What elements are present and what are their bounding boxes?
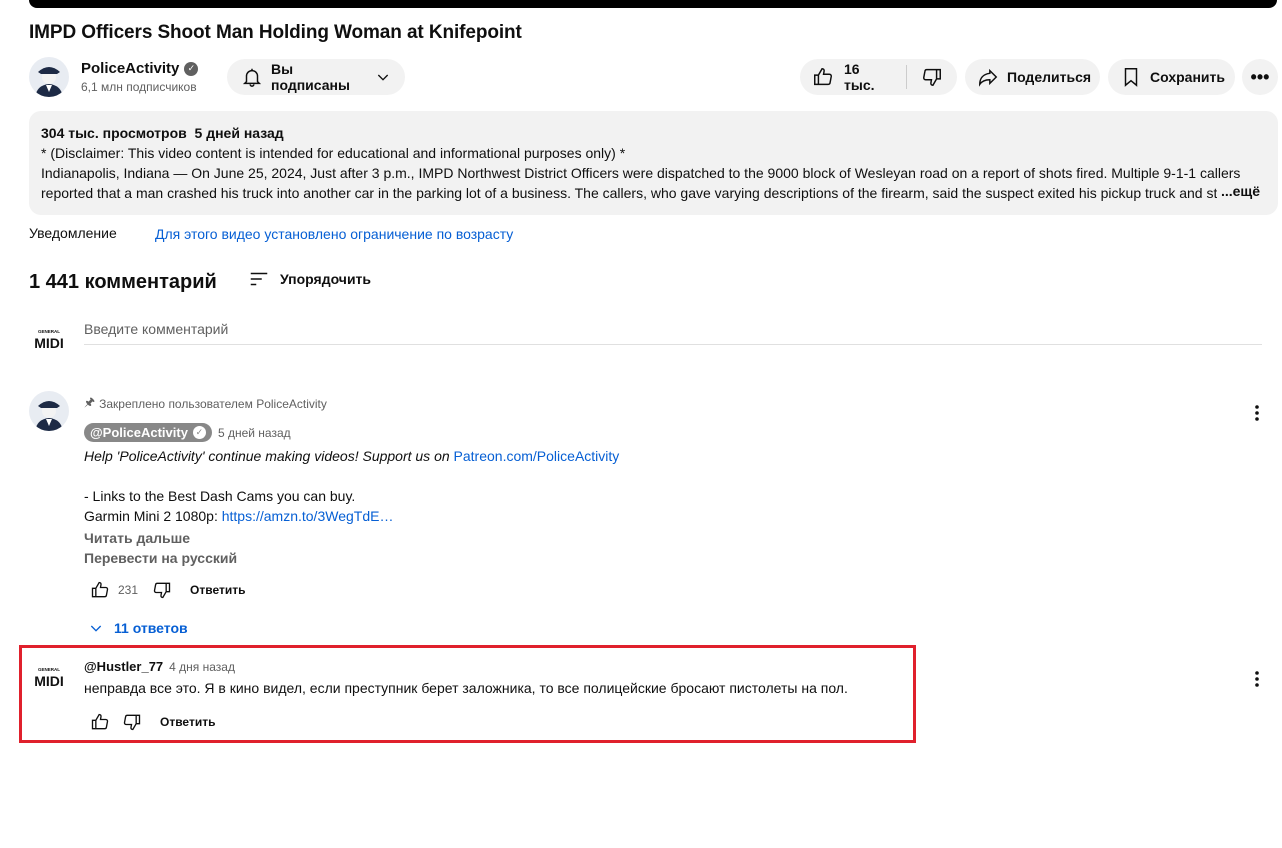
show-replies-button[interactable]: 11 ответов (88, 620, 1184, 636)
video-player-edge (29, 0, 1277, 8)
thumbs-down-icon (923, 68, 941, 86)
description-line: * (Disclaimer: This video content is int… (41, 145, 626, 161)
more-vertical-icon (1255, 405, 1259, 421)
like-count: 16 тыс. (844, 61, 875, 93)
comment-like-count: 231 (118, 583, 139, 597)
subscribed-button[interactable]: Вы подписаны (227, 59, 405, 95)
comment-actions: 231 Ответить (84, 574, 1184, 606)
translate-button[interactable]: Перевести на русский (84, 550, 1184, 566)
sort-button[interactable]: Упорядочить (248, 268, 371, 290)
subscribed-label: Вы подписаны (271, 61, 350, 93)
comment-like-button[interactable] (84, 574, 116, 606)
pinned-label: 🖈 Закреплено пользователем PoliceActivit… (84, 393, 1184, 414)
thumbs-down-icon (153, 582, 171, 599)
highlight-box (19, 645, 916, 743)
upload-date: 5 дней назад (194, 125, 284, 141)
comment-author-avatar[interactable] (29, 391, 69, 431)
dislike-button[interactable] (907, 59, 957, 95)
thumbs-up-icon (814, 68, 832, 86)
view-count: 304 тыс. просмотров (41, 125, 187, 141)
chevron-down-icon (90, 625, 102, 632)
age-restriction-link[interactable]: Для этого видео установлено ограничение … (155, 226, 513, 242)
pin-icon: 🖈 (84, 395, 96, 409)
patreon-link[interactable]: Patreon.com/PoliceActivity (454, 448, 620, 464)
description-box[interactable]: 304 тыс. просмотров 5 дней назад * (Disc… (29, 111, 1278, 215)
user-avatar[interactable]: GENERAL MIDI (29, 319, 69, 359)
amazon-link[interactable]: https://amzn.to/3WegTdE… (222, 508, 394, 524)
description-stats: 304 тыс. просмотров 5 дней назад (41, 123, 1266, 143)
notice-label: Уведомление (29, 225, 117, 241)
save-button[interactable]: Сохранить (1108, 59, 1235, 95)
thumbs-up-icon (91, 581, 109, 598)
comment-author[interactable]: @PoliceActivity ✓ (84, 423, 212, 442)
share-icon (979, 68, 998, 87)
svg-text:MIDI: MIDI (34, 335, 64, 350)
comment-text: Help 'PoliceActivity' continue making vi… (84, 448, 620, 524)
verified-icon: ✓ (192, 426, 206, 439)
verified-icon: ✓ (184, 61, 199, 76)
comment-time[interactable]: 5 дней назад (218, 426, 291, 440)
share-button[interactable]: Поделиться (965, 59, 1100, 95)
reply-button[interactable]: Ответить (190, 583, 245, 597)
description-line: Indianapolis, Indiana — On June 25, 2024… (41, 165, 1241, 201)
comments-count: 1 441 комментарий (29, 271, 217, 293)
channel-avatar[interactable] (29, 57, 69, 97)
video-title: IMPD Officers Shoot Man Holding Woman at… (29, 22, 522, 43)
svg-text:GENERAL: GENERAL (38, 329, 60, 334)
general-midi-logo: GENERAL MIDI (34, 329, 64, 350)
comment-input[interactable]: Введите комментарий (84, 321, 1262, 345)
channel-name[interactable]: PoliceActivity ✓ (81, 60, 199, 77)
more-vertical-icon (1255, 671, 1259, 687)
more-horizontal-icon: ••• (1250, 66, 1270, 87)
comment-menu-button[interactable] (1245, 667, 1269, 691)
like-button[interactable]: 16 тыс. (800, 59, 906, 95)
chevron-down-icon (377, 74, 389, 81)
bell-icon (242, 68, 262, 87)
read-more-button[interactable]: Читать дальше (84, 530, 1184, 546)
comment-menu-button[interactable] (1245, 401, 1269, 425)
more-actions-button[interactable]: ••• (1242, 59, 1278, 95)
channel-owner: PoliceActivity ✓ 6,1 млн подписчиков (29, 57, 199, 97)
bookmark-icon (1124, 68, 1138, 87)
like-dislike-group: 16 тыс. (800, 59, 957, 95)
sort-icon (250, 272, 268, 286)
comment-dislike-button[interactable] (146, 574, 178, 606)
subscriber-count: 6,1 млн подписчиков (81, 80, 197, 94)
description-more-button[interactable]: ...ещё (1216, 181, 1260, 201)
